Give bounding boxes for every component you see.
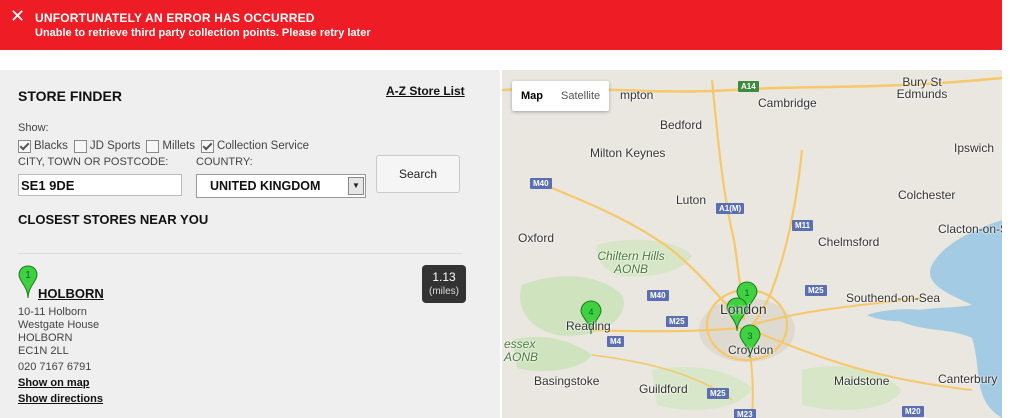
postcode-input[interactable] <box>18 174 182 196</box>
brand-filters: Blacks JD Sports Millets Collection Serv… <box>18 137 315 155</box>
road-label: M25 <box>805 285 827 296</box>
city-label: Basingstoke <box>534 374 600 388</box>
address-line: Westgate House <box>18 319 100 331</box>
map-pin-icon: 1 <box>18 265 38 299</box>
city-label: Reading <box>566 319 611 333</box>
city-label: essex AONB <box>504 337 539 364</box>
closest-stores-heading: CLOSEST STORES NEAR YOU <box>18 212 209 227</box>
city-label: Luton <box>676 193 707 207</box>
city-label: mpton <box>620 88 654 102</box>
country-label: COUNTRY: <box>196 156 253 168</box>
address-line: 10-11 Holborn <box>18 306 87 318</box>
store-map[interactable]: 1 2 3 4 Map Satellite A14 M40 A1(M) M11 … <box>502 70 1002 418</box>
svg-text:4: 4 <box>588 307 593 317</box>
city-label: Bury St Edmunds <box>896 75 948 101</box>
map-type-toggle[interactable]: Map Satellite <box>512 81 610 111</box>
city-label: Maidstone <box>834 374 890 388</box>
road-label: M40 <box>647 290 669 301</box>
svg-text:3: 3 <box>747 331 752 341</box>
checkbox[interactable] <box>146 139 160 153</box>
city-label: Colchester <box>898 188 956 202</box>
show-label: Show: <box>18 122 49 134</box>
map-tab[interactable]: Map <box>512 81 552 111</box>
checkbox[interactable] <box>200 139 214 153</box>
distance-badge: 1.13 (miles) <box>422 265 466 303</box>
store-phone: 020 7167 6791 <box>18 361 92 373</box>
checkbox[interactable] <box>73 139 87 153</box>
city-label: Chelmsford <box>818 235 880 249</box>
road-label: M20 <box>902 406 924 417</box>
filter-collection-service[interactable]: Collection Service <box>200 139 309 153</box>
divider <box>18 253 462 254</box>
distance-unit: (miles) <box>429 286 459 297</box>
search-button[interactable]: Search <box>376 155 460 193</box>
road-label: M23 <box>734 409 756 418</box>
show-on-map-link[interactable]: Show on map <box>18 377 90 389</box>
city-label: Clacton-on-S <box>938 222 1002 236</box>
chevron-down-icon[interactable]: ▼ <box>348 177 364 195</box>
city-label: Oxford <box>518 231 555 245</box>
close-icon[interactable]: ✕ <box>10 6 25 27</box>
country-select[interactable]: UNITED KINGDOM ▼ <box>196 174 366 198</box>
distance-value: 1.13 <box>432 270 456 284</box>
road-label: M4 <box>607 336 625 347</box>
city-label: Guildford <box>639 382 688 396</box>
map-canvas[interactable]: 1 2 3 4 <box>502 70 1002 418</box>
road-label: A14 <box>738 81 759 92</box>
page-title: STORE FINDER <box>18 88 122 104</box>
error-banner: ✕ UNFORTUNATELY AN ERROR HAS OCCURRED Un… <box>0 0 1002 50</box>
show-directions-link[interactable]: Show directions <box>18 393 103 405</box>
address-line: HOLBORN <box>18 332 73 344</box>
error-title: UNFORTUNATELY AN ERROR HAS OCCURRED <box>35 11 315 25</box>
store-name-link[interactable]: HOLBORN <box>38 286 104 301</box>
satellite-tab[interactable]: Satellite <box>552 81 609 111</box>
city-label: Milton Keynes <box>590 146 666 160</box>
error-message: Unable to retrieve third party collectio… <box>35 27 371 39</box>
city-label: CITY, TOWN OR POSTCODE: <box>18 156 169 168</box>
svg-text:1: 1 <box>25 270 31 281</box>
city-label: Cambridge <box>758 96 817 110</box>
city-label: Croydon <box>728 343 774 357</box>
road-label: A1(M) <box>716 203 745 214</box>
store-finder-panel: STORE FINDER A-Z Store List Show: Blacks… <box>0 70 500 418</box>
road-label: M40 <box>530 178 552 189</box>
filter-jd-sports[interactable]: JD Sports <box>73 139 140 153</box>
city-label: Bedford <box>660 118 703 132</box>
city-label: Canterbury <box>938 372 998 386</box>
checkbox[interactable] <box>18 139 31 153</box>
road-label: M25 <box>666 316 688 327</box>
filter-blacks[interactable]: Blacks <box>18 139 68 153</box>
city-label: Chiltern Hills AONB <box>597 249 665 276</box>
az-store-list-link[interactable]: A-Z Store List <box>386 84 465 98</box>
city-label: Ipswich <box>954 141 995 155</box>
road-label: M25 <box>707 388 729 399</box>
country-value: UNITED KINGDOM <box>210 179 321 193</box>
address-line: EC1N 2LL <box>18 345 69 357</box>
road-label: M11 <box>792 220 814 231</box>
svg-text:1: 1 <box>744 288 749 298</box>
filter-millets[interactable]: Millets <box>146 139 195 153</box>
city-label: London <box>720 301 767 317</box>
city-label: Southend-on-Sea <box>846 291 941 305</box>
